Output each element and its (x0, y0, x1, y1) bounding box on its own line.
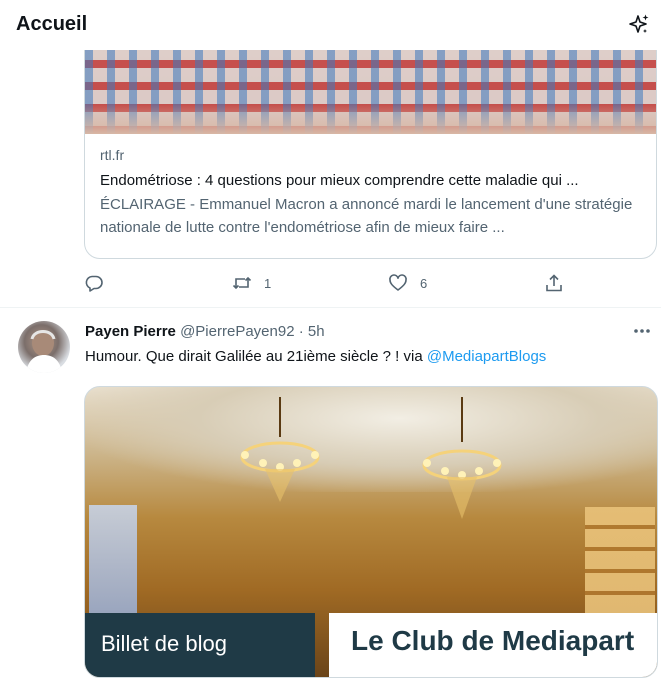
retweet-icon (232, 276, 252, 290)
card-description: ÉCLAIRAGE - Emmanuel Macron a annoncé ma… (100, 196, 633, 236)
heart-icon (389, 274, 407, 291)
more-button[interactable] (629, 320, 655, 342)
tweet-text: Humour. Que dirait Galilée au 21ième siè… (85, 348, 546, 365)
ceiling-painting (85, 387, 657, 492)
share-button[interactable] (544, 271, 564, 295)
club-mediapart-band: Le Club de Mediapart (329, 613, 657, 677)
author-name[interactable]: Payen Pierre (85, 323, 176, 340)
retweet-count: 1 (264, 275, 272, 291)
reply-button[interactable] (84, 271, 116, 295)
share-icon (546, 274, 562, 292)
like-count: 6 (420, 275, 428, 291)
tweet-actions: 1 6 (84, 271, 564, 295)
tweet-header: Payen Pierre @PierrePayen92 · 5h (85, 323, 325, 340)
link-preview-body: rtl.fr Endométriose : 4 questions pour m… (100, 147, 645, 239)
sparkle-icon (629, 14, 649, 33)
more-horizontal-icon (634, 329, 650, 333)
club-mediapart-label: Le Club de Mediapart (351, 625, 635, 656)
avatar[interactable] (18, 321, 70, 373)
top-tweets-button[interactable] (626, 12, 652, 38)
tweet-divider (0, 307, 661, 308)
card-title: Endométriose : 4 questions pour mieux co… (100, 172, 579, 189)
like-button[interactable]: 6 (388, 271, 427, 295)
tweet-timestamp[interactable]: 5h (308, 323, 325, 340)
timeline-header: Accueil (0, 0, 661, 50)
tweet-body: Humour. Que dirait Galilée au 21ième siè… (85, 348, 427, 365)
chandelier-image (422, 397, 502, 519)
separator-dot: · (298, 323, 304, 340)
avatar-photo (26, 330, 62, 373)
author-handle[interactable]: @PierrePayen92 (180, 323, 294, 340)
chandelier-image (240, 397, 320, 502)
page-title: Accueil (16, 13, 88, 35)
mention-link[interactable]: @MediapartBlogs (427, 348, 546, 365)
blog-post-band: Billet de blog (85, 613, 315, 677)
blog-link-card[interactable]: Billet de blog Le Club de Mediapart (84, 386, 658, 678)
blog-post-label: Billet de blog (101, 631, 227, 656)
reply-icon (85, 275, 103, 292)
retweet-button[interactable]: 1 (232, 271, 271, 295)
card-domain: rtl.fr (100, 147, 125, 163)
